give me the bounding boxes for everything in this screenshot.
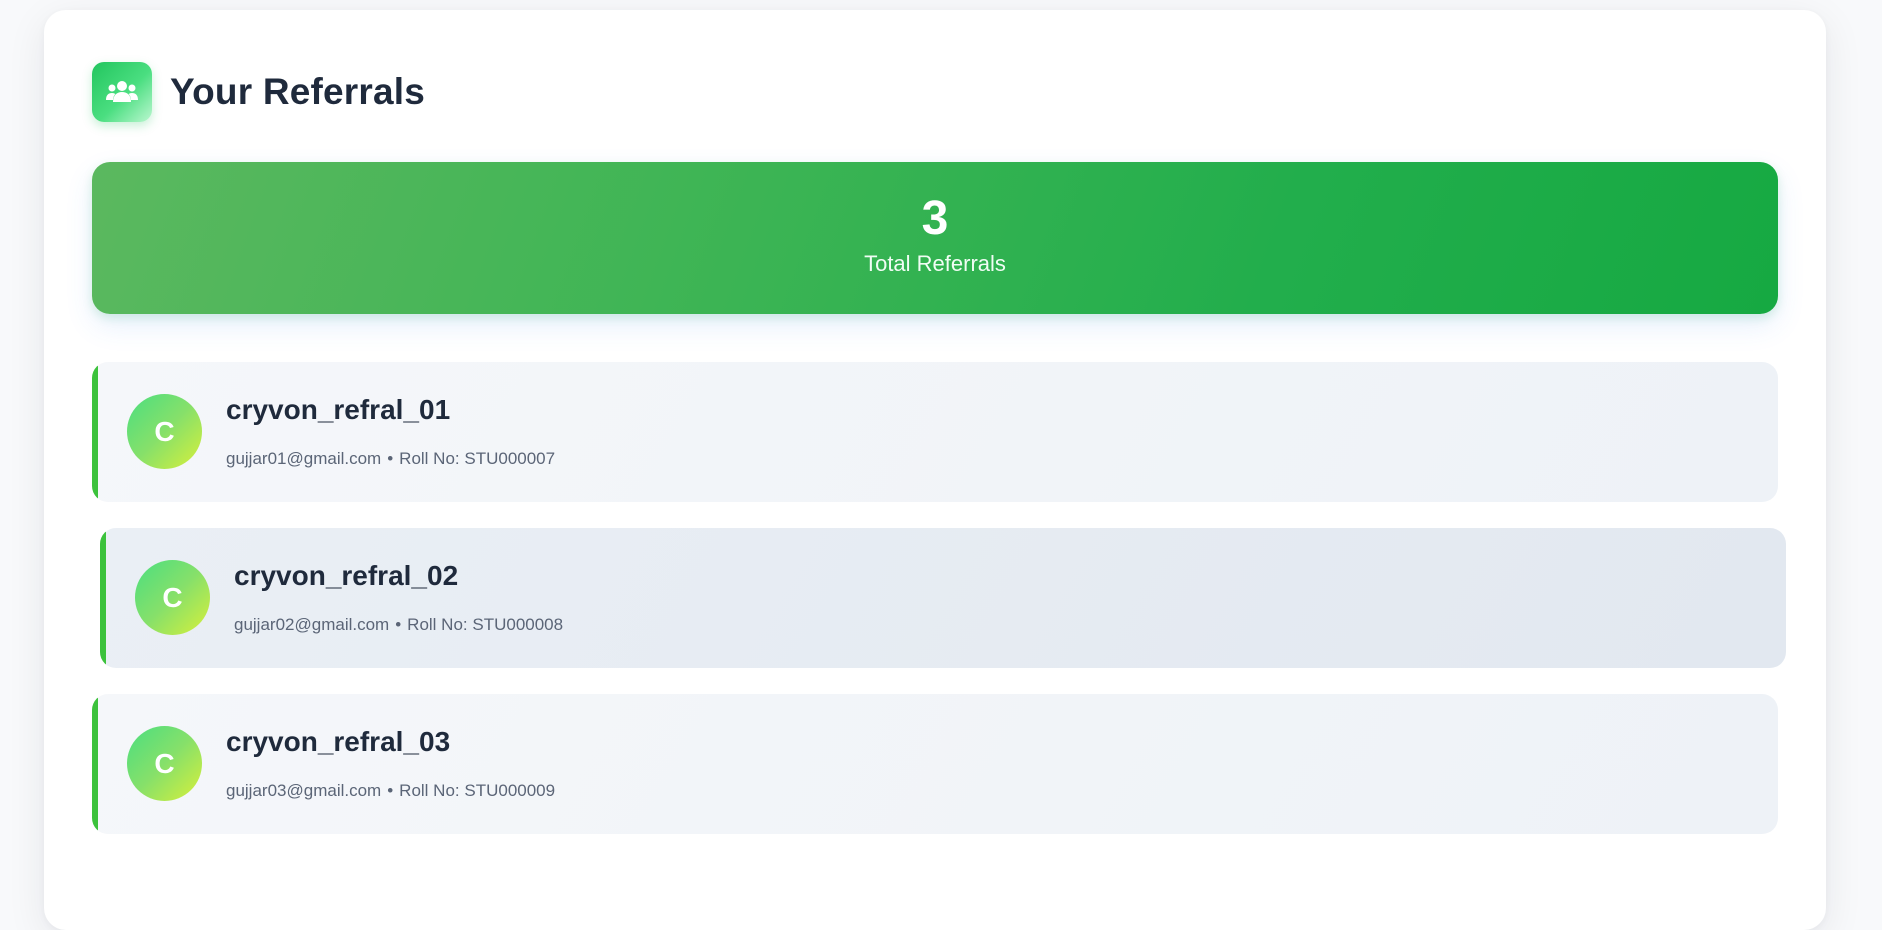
total-referrals-count: 3 [921, 192, 949, 245]
total-referrals-label: Total Referrals [864, 251, 1006, 276]
meta-separator: • [387, 449, 394, 468]
meta-separator: • [395, 615, 402, 634]
referral-item[interactable]: C cryvon_refral_03 gujjar03@gmail.com • Ro… [92, 694, 1778, 834]
referrals-header: Your Referrals [92, 62, 425, 122]
avatar: C [135, 560, 210, 635]
referral-name: cryvon_refral_03 [226, 726, 451, 757]
avatar: C [127, 394, 202, 469]
referral-meta: gujjar02@gmail.com • Roll No: STU000008 [234, 615, 563, 635]
referral-roll-no: Roll No: STU000009 [399, 781, 556, 800]
page-title: Your Referrals [170, 71, 426, 112]
referral-roll-no: Roll No: STU000008 [407, 615, 564, 634]
referral-item[interactable]: C cryvon_refral_02 gujjar02@gmail.com • Ro… [100, 528, 1786, 668]
referral-email: gujjar03@gmail.com [226, 781, 382, 800]
referral-email: gujjar01@gmail.com [226, 449, 382, 468]
referral-meta: gujjar01@gmail.com • Roll No: STU000007 [226, 449, 555, 469]
total-referrals-stat: 3 Total Referrals [92, 162, 1778, 314]
referral-item[interactable]: C cryvon_refral_01 gujjar01@gmail.com • Ro… [92, 362, 1778, 502]
referral-roll-no: Roll No: STU000007 [399, 449, 556, 468]
referral-meta: gujjar03@gmail.com • Roll No: STU000009 [226, 781, 555, 801]
users-icon [92, 62, 152, 122]
referral-name: cryvon_refral_02 [234, 560, 459, 591]
referral-name: cryvon_refral_01 [226, 394, 451, 425]
meta-separator: • [387, 781, 394, 800]
referral-email: gujjar02@gmail.com [234, 615, 390, 634]
referral-list: C cryvon_refral_01 gujjar01@gmail.com • Ro… [92, 362, 1786, 860]
referrals-card: Your Referrals 3 Total Referrals C cryvo… [44, 10, 1826, 930]
avatar: C [127, 726, 202, 801]
